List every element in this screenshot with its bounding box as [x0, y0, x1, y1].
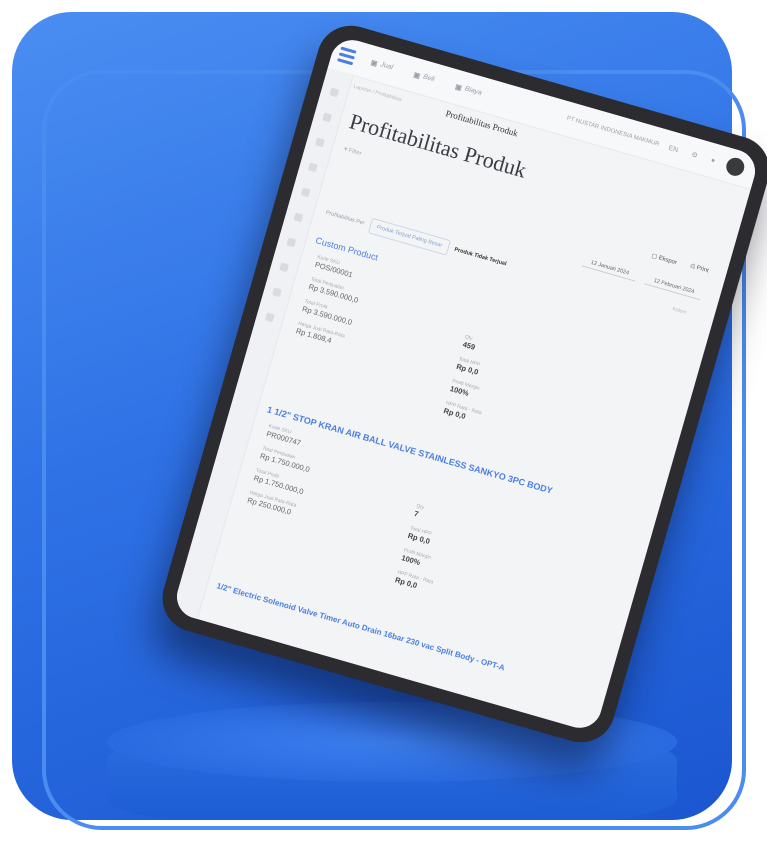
sidebar-asset-icon[interactable]: [279, 262, 290, 273]
sidebar-contact-icon[interactable]: [271, 287, 282, 298]
sidebar-purchase-icon[interactable]: [307, 162, 318, 173]
notification-icon[interactable]: ●: [710, 156, 716, 164]
avatar[interactable]: [724, 155, 747, 178]
tab-unsold[interactable]: Produk Tidak Terjual: [454, 247, 507, 268]
settings-icon[interactable]: ⚙: [690, 150, 698, 159]
date-from-input[interactable]: 12 Januari 2024: [581, 255, 638, 282]
product-card: Custom Product Kode SKU POS/00001 Total …: [295, 235, 692, 421]
cart-icon: ▣: [369, 59, 379, 69]
nav-item-sell[interactable]: ▣ Jual: [370, 59, 394, 73]
sidebar-product-icon[interactable]: [293, 212, 304, 223]
sidebar-inventory-icon[interactable]: [286, 237, 297, 248]
tab-profitability[interactable]: Profitabilitas Per: [325, 210, 365, 227]
wallet-icon: ▣: [454, 83, 463, 93]
bag-icon: ▣: [412, 71, 421, 81]
language-switch[interactable]: EN: [668, 144, 679, 153]
nav-item-buy[interactable]: ▣ Beli: [413, 71, 436, 85]
filter-button[interactable]: ▾ Filter: [343, 145, 362, 157]
date-to-input[interactable]: 12 Februari 2024: [644, 273, 704, 301]
app-logo[interactable]: [330, 44, 363, 67]
tab-best-selling[interactable]: Produk Terjual Paling Besar: [367, 217, 451, 256]
page-title: Profitabilitas Produk: [346, 108, 530, 183]
company-selector[interactable]: PT NUSTAR INDONESIA MAKMUR: [566, 116, 660, 148]
sidebar-home-icon[interactable]: [329, 87, 340, 98]
sidebar-sales-icon[interactable]: [314, 137, 325, 148]
export-button[interactable]: ▢ Ekspor: [651, 252, 678, 266]
print-button[interactable]: ⎙ Print: [689, 263, 710, 275]
columns-button[interactable]: Kolom: [672, 306, 687, 316]
nav-item-cost[interactable]: ▣ Biaya: [454, 83, 482, 98]
sidebar-report-icon[interactable]: [322, 112, 333, 123]
sidebar-settings-icon[interactable]: [264, 312, 275, 323]
sidebar-expense-icon[interactable]: [300, 187, 311, 198]
